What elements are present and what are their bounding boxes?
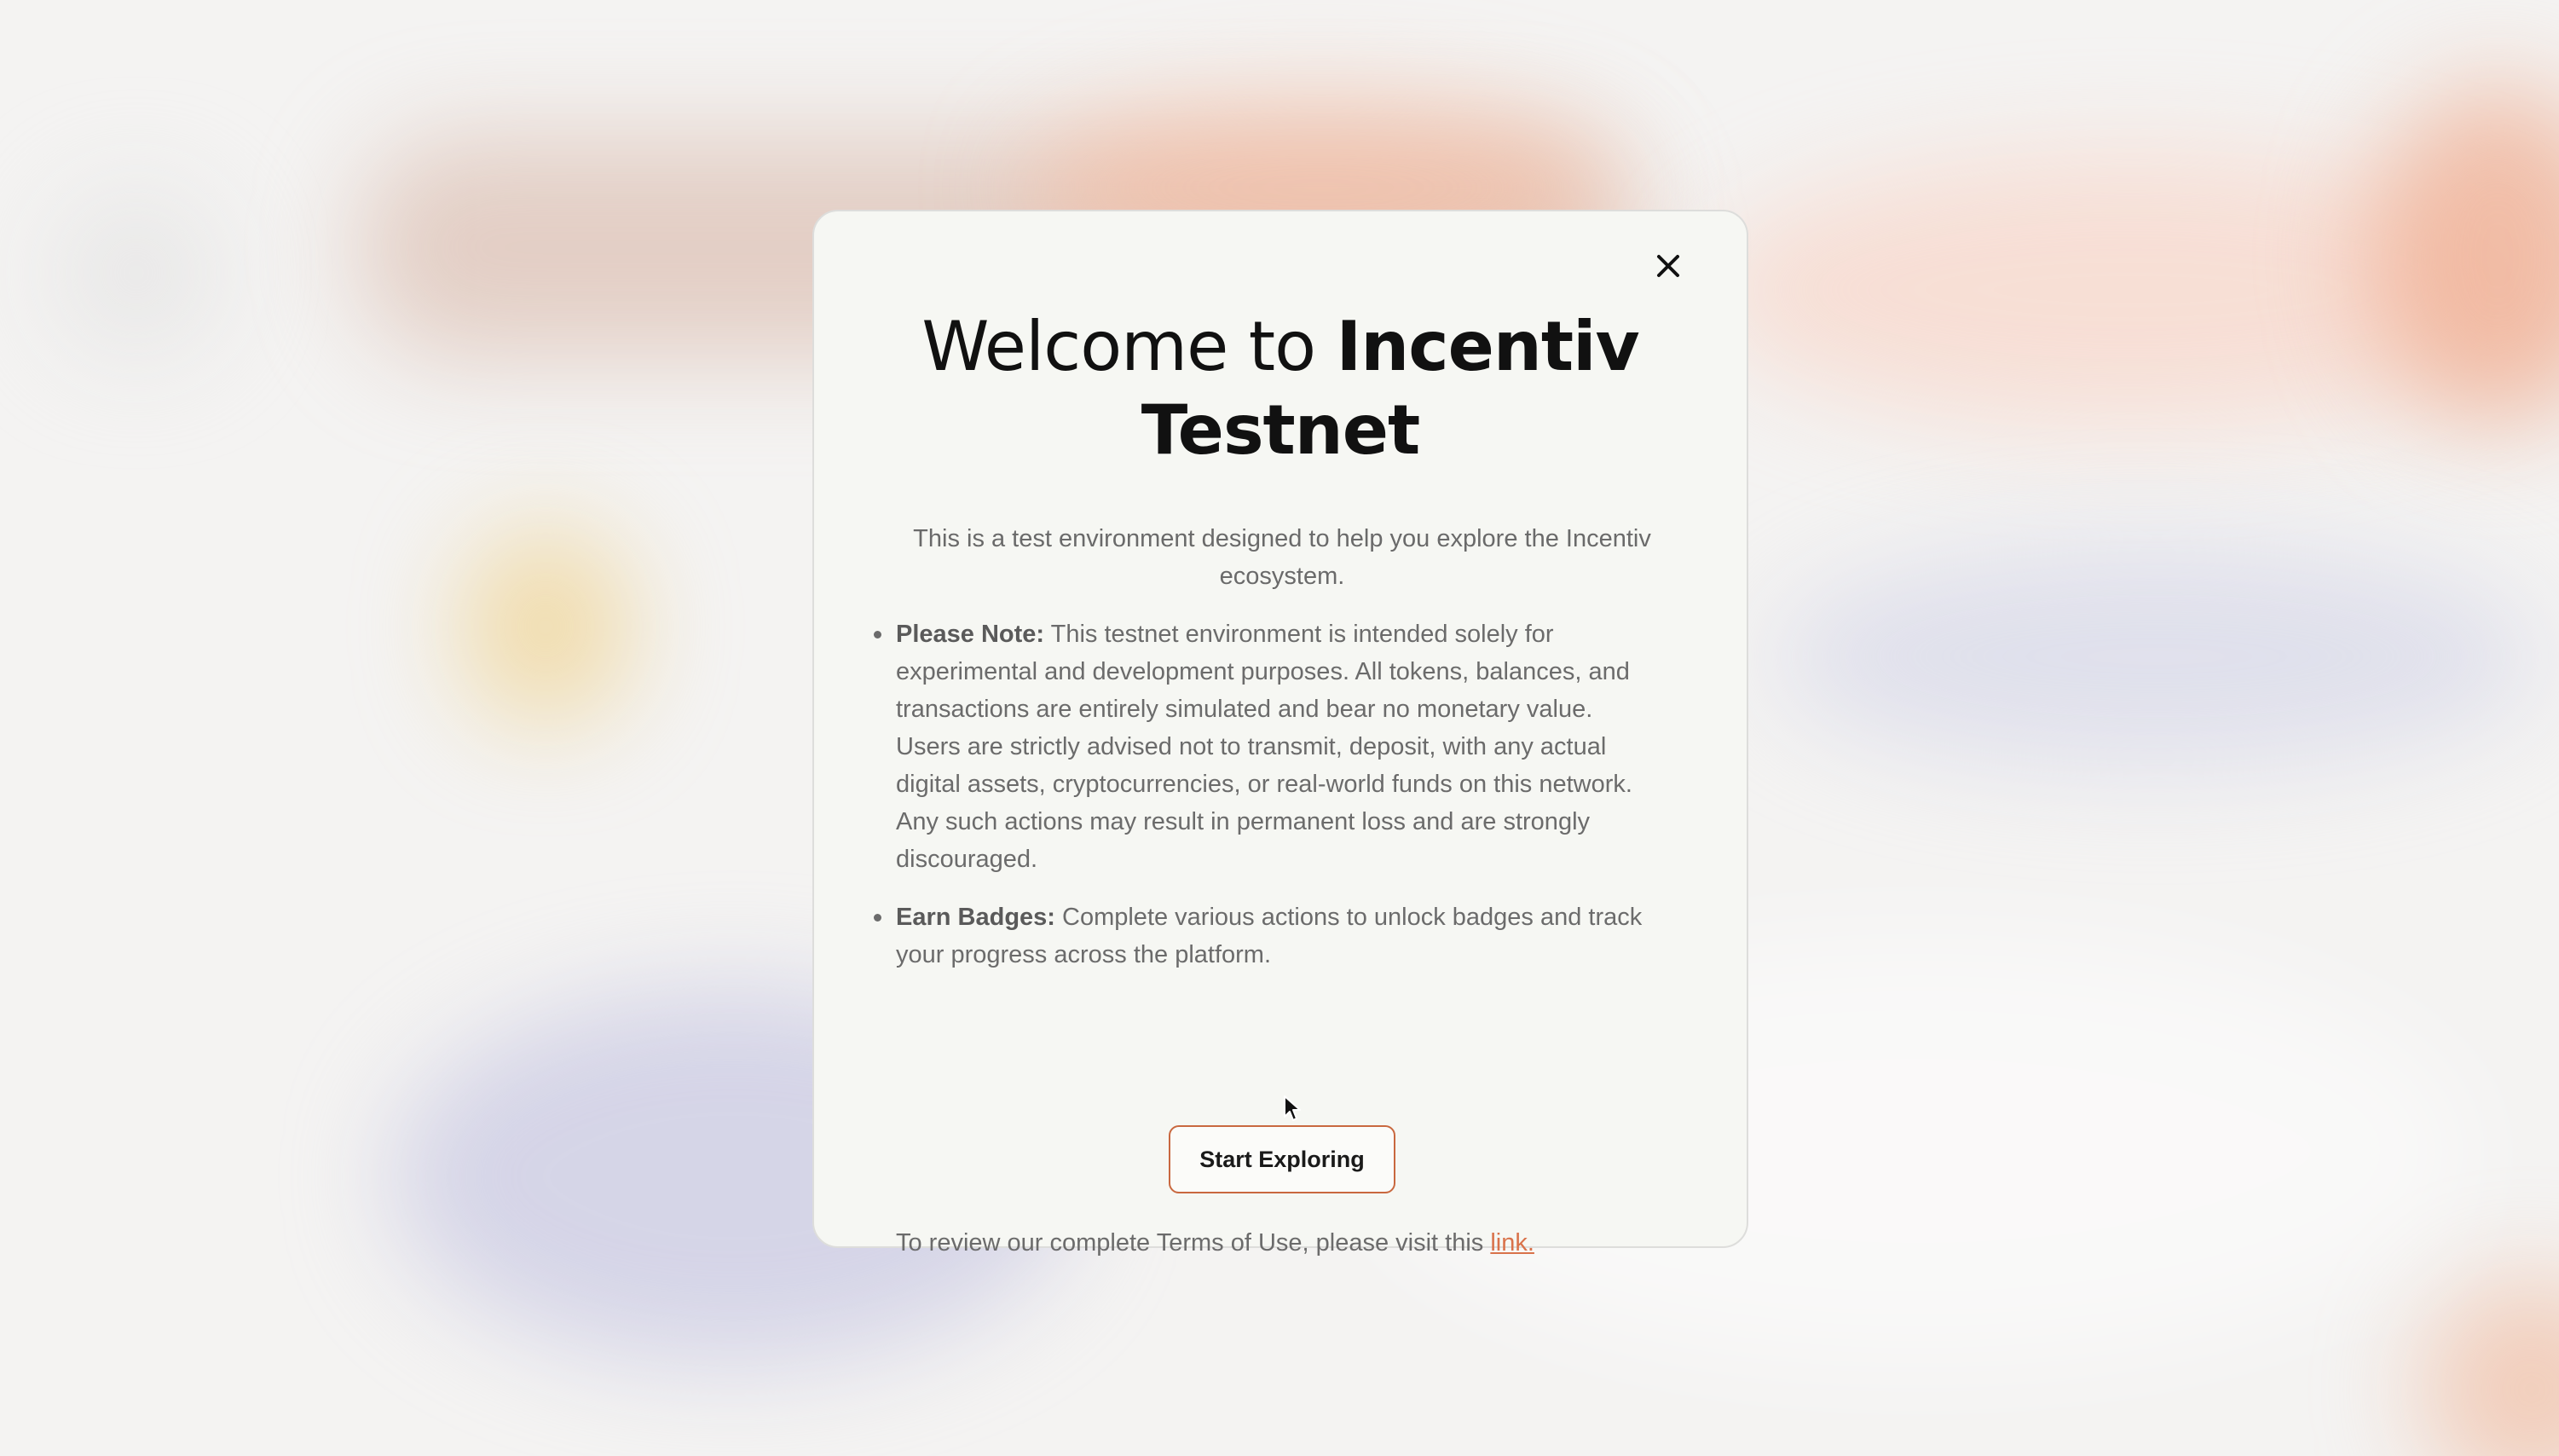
note-lead: Please Note:: [896, 621, 1045, 648]
mouse-pointer-icon: [1284, 1095, 1301, 1121]
background-blob: [2421, 1279, 2559, 1456]
title-welcome: Welcome to: [921, 307, 1337, 386]
note-earn-badges: Earn Badges: Complete various actions to…: [874, 898, 1663, 974]
terms-text: To review our complete Terms of Use, ple…: [896, 1224, 1534, 1262]
intro-text: This is a test environment designed to h…: [913, 525, 1651, 590]
background-blob: [51, 188, 222, 358]
note-lead: Earn Badges:: [896, 904, 1055, 931]
title-incentiv: Incentiv: [1336, 307, 1639, 386]
bullet-dot: [874, 631, 881, 638]
note-please-note: Please Note: This testnet environment is…: [874, 615, 1663, 878]
title-testnet: Testnet: [1141, 390, 1421, 470]
background-blob: [1773, 546, 2540, 767]
terms-sentence: To review our complete Terms of Use, ple…: [896, 1229, 1491, 1257]
close-icon: [1657, 255, 1679, 277]
close-button[interactable]: [1651, 249, 1685, 283]
modal-title: Welcome to Incentiv Testnet: [814, 305, 1747, 472]
terms-link[interactable]: link.: [1490, 1229, 1534, 1257]
start-exploring-button[interactable]: Start Exploring: [1169, 1125, 1395, 1193]
background-blob: [460, 529, 631, 725]
welcome-modal: Welcome to Incentiv Testnet This is a te…: [812, 210, 1748, 1257]
notes-list: Please Note: This testnet environment is…: [874, 615, 1663, 994]
bullet-dot: [874, 914, 881, 922]
note-text: This testnet environment is intended sol…: [896, 621, 1632, 873]
